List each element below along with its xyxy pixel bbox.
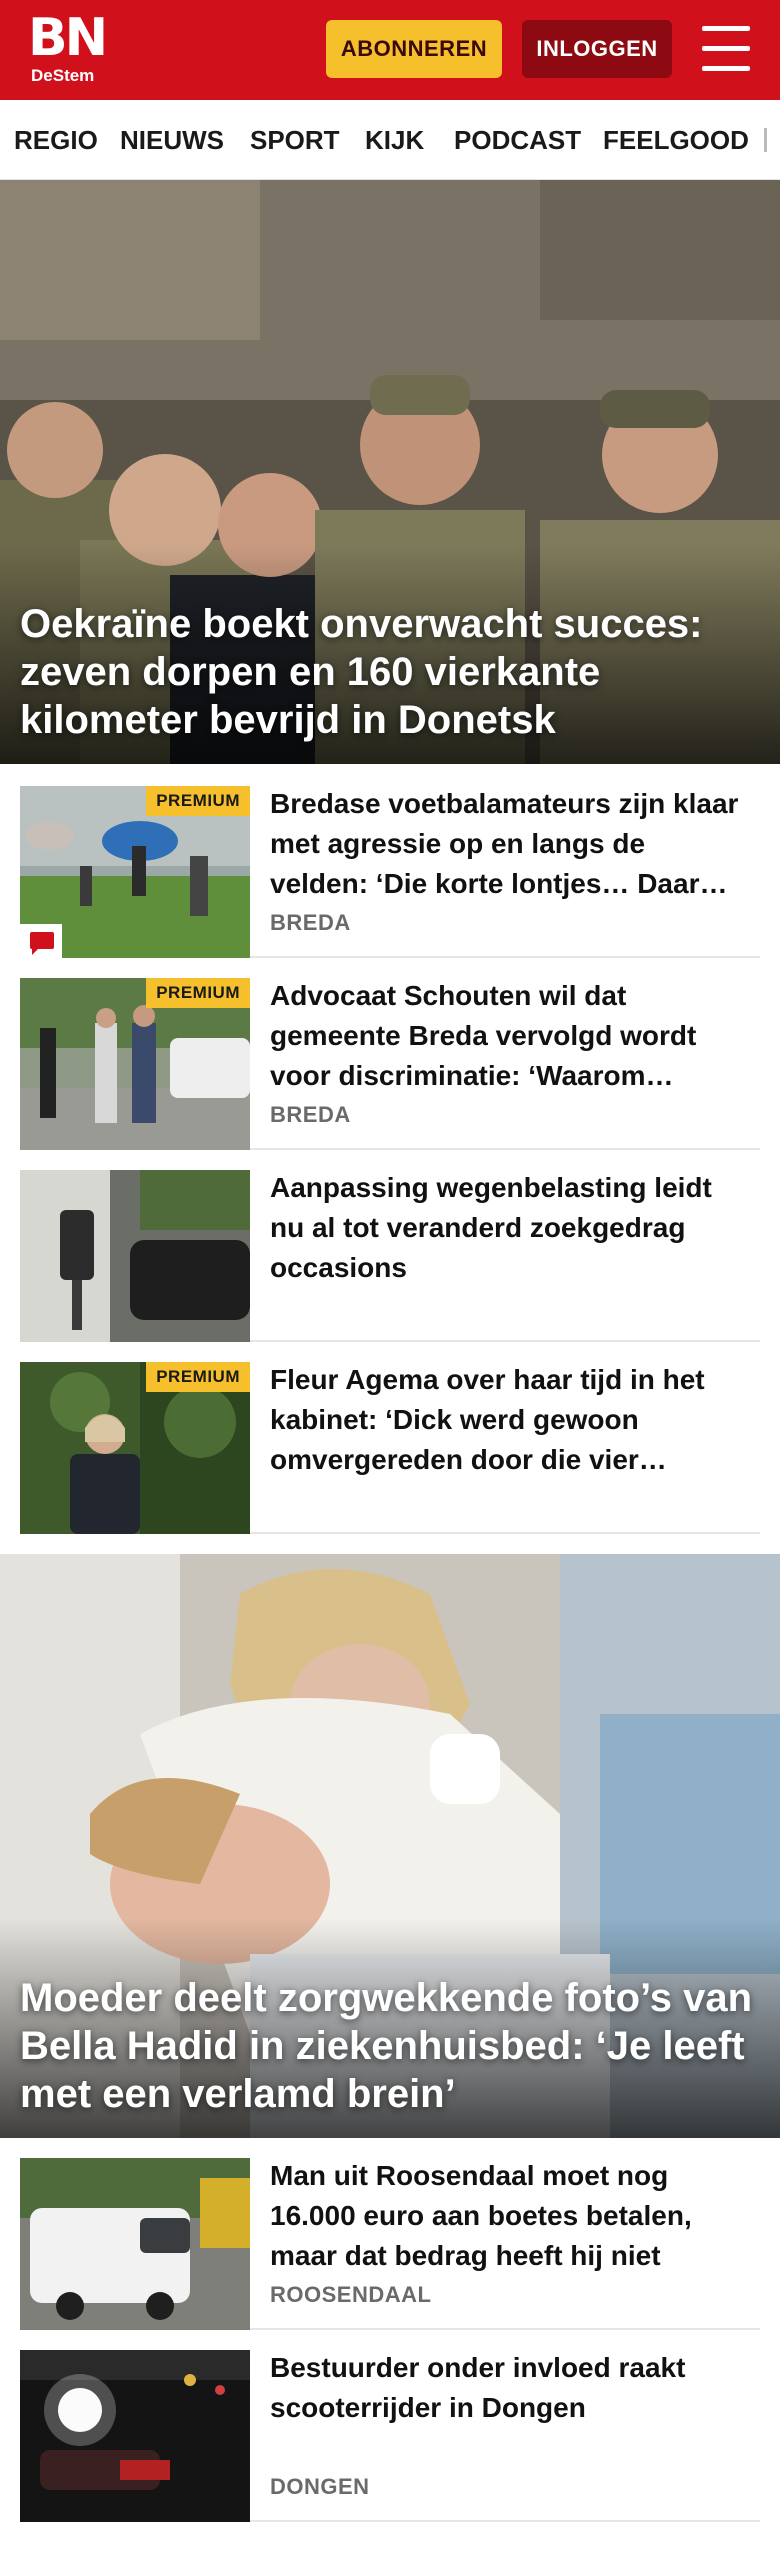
article-thumbnail: PREMIUM xyxy=(20,786,250,958)
subscribe-button[interactable]: ABONNEREN xyxy=(326,20,502,78)
premium-badge: PREMIUM xyxy=(146,978,250,1008)
article-thumbnail xyxy=(20,1170,250,1342)
article-section[interactable]: DONGEN xyxy=(270,2474,370,2500)
site-header: BN DeStem ABONNEREN INLOGGEN xyxy=(0,0,780,100)
logo-text: BN xyxy=(28,8,108,68)
hero-headline[interactable]: Oekraïne boekt onverwacht succes: zeven … xyxy=(20,600,756,744)
article-section[interactable]: BREDA xyxy=(270,910,351,936)
article-section[interactable]: BREDA xyxy=(270,1102,351,1128)
nav-item-regio[interactable]: REGIO xyxy=(14,100,98,179)
article-headline[interactable]: Bestuurder onder invloed raakt scooterri… xyxy=(270,2348,750,2428)
article-headline[interactable]: Aanpassing wegenbelasting leidt nu al to… xyxy=(270,1168,750,1288)
article-thumbnail: PREMIUM xyxy=(20,978,250,1150)
logo-subtitle: DeStem xyxy=(31,66,95,85)
hero-headline[interactable]: Moeder deelt zorgwekkende foto’s van Bel… xyxy=(20,1974,756,2118)
nav-item-nieuws[interactable]: NIEUWS xyxy=(120,100,224,179)
comment-icon[interactable] xyxy=(20,924,62,958)
nav-item-sport[interactable]: SPORT xyxy=(250,100,340,179)
article-item-agema[interactable]: PREMIUM Fleur Agema over haar tijd in he… xyxy=(20,1342,760,1534)
article-section[interactable]: ROOSENDAAL xyxy=(270,2282,431,2308)
site-logo[interactable]: BN DeStem xyxy=(28,8,118,88)
nav-item-kijk[interactable]: KIJK xyxy=(365,100,424,179)
article-headline[interactable]: Advocaat Schouten wil dat gemeente Breda… xyxy=(270,976,750,1096)
article-thumbnail xyxy=(20,2350,250,2522)
nav-item-podcast[interactable]: PODCAST xyxy=(454,100,581,179)
article-thumbnail xyxy=(20,2158,250,2330)
article-thumbnail: PREMIUM xyxy=(20,1362,250,1534)
login-button[interactable]: INLOGGEN xyxy=(522,20,672,78)
article-item-wegenbelasting[interactable]: Aanpassing wegenbelasting leidt nu al to… xyxy=(20,1150,760,1342)
article-item-voetbalamateurs[interactable]: PREMIUM Bredase voetbalamateurs zijn kla… xyxy=(20,766,760,958)
premium-badge: PREMIUM xyxy=(146,1362,250,1392)
hero-article-ukraine[interactable]: Oekraïne boekt onverwacht succes: zeven … xyxy=(0,180,780,764)
article-item-schouten[interactable]: PREMIUM Advocaat Schouten wil dat gemeen… xyxy=(20,958,760,1150)
section-nav: REGIO NIEUWS SPORT KIJK PODCAST FEELGOOD xyxy=(0,100,780,180)
article-headline[interactable]: Fleur Agema over haar tijd in het kabine… xyxy=(270,1360,750,1480)
article-headline[interactable]: Bredase voetbalamateurs zijn klaar met a… xyxy=(270,784,750,904)
article-headline[interactable]: Man uit Roosendaal moet nog 16.000 euro … xyxy=(270,2156,750,2276)
hamburger-menu-icon[interactable] xyxy=(698,22,754,78)
article-item-roosendaal[interactable]: Man uit Roosendaal moet nog 16.000 euro … xyxy=(20,2138,760,2330)
nav-overflow-indicator xyxy=(764,128,767,152)
article-item-dongen[interactable]: Bestuurder onder invloed raakt scooterri… xyxy=(20,2330,760,2522)
premium-badge: PREMIUM xyxy=(146,786,250,816)
hero-article-bella-hadid[interactable]: Moeder deelt zorgwekkende foto’s van Bel… xyxy=(0,1554,780,2138)
nav-item-feelgood[interactable]: FEELGOOD xyxy=(603,100,749,179)
